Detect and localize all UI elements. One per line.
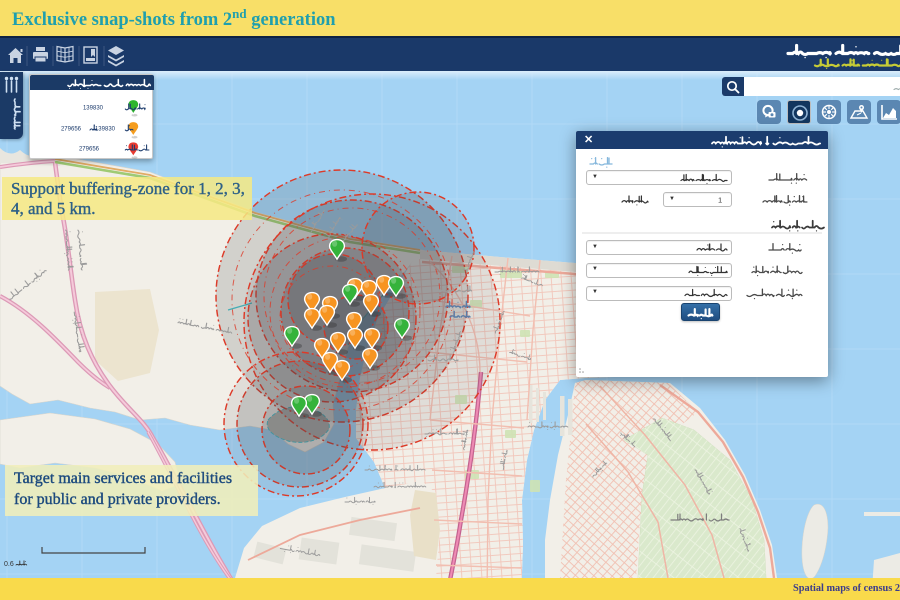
svg-text:0.6: 0.6 <box>4 561 14 568</box>
svg-text:279656: 279656 <box>79 147 100 153</box>
svg-text:279656: 279656 <box>61 127 82 133</box>
svg-text:139830: 139830 <box>83 106 104 112</box>
svg-text:139830: 139830 <box>95 127 116 133</box>
svg-text:1: 1 <box>718 196 722 205</box>
